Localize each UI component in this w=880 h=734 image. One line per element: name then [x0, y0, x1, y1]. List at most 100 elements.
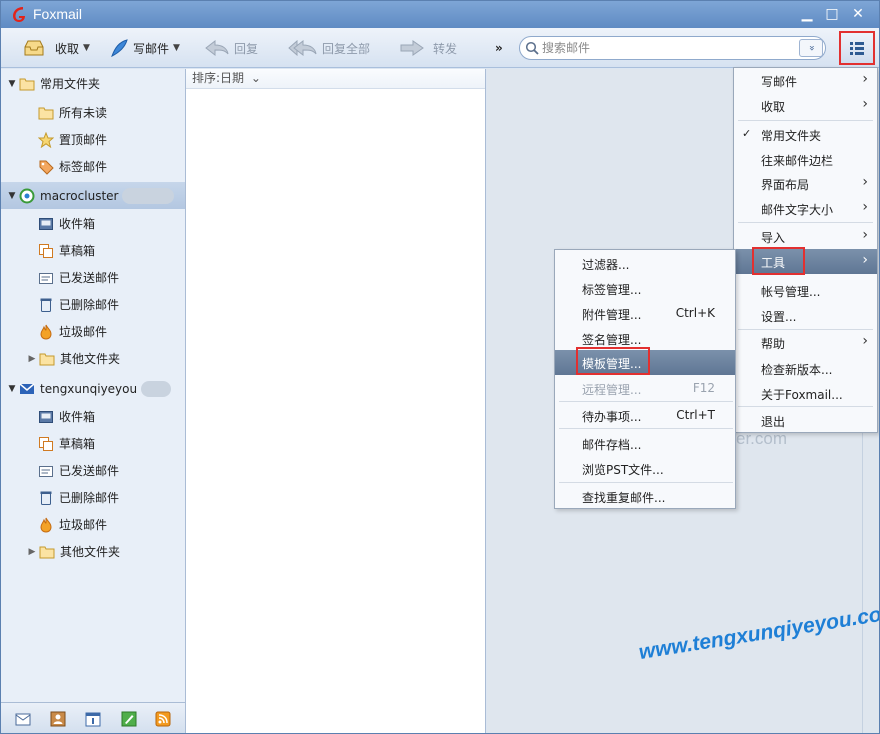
- menu-item-contacts-sidebar[interactable]: 往来邮件边栏: [734, 147, 877, 172]
- sort-header[interactable]: 排序:日期 ⌄: [186, 69, 485, 89]
- folder-group-common[interactable]: ▼ 常用文件夹: [1, 70, 185, 97]
- folder-item-unread[interactable]: 所有未读: [1, 99, 185, 126]
- account-name: macrocluster: [40, 188, 119, 203]
- folder-label: 标签邮件: [59, 160, 108, 174]
- menu-item-todo[interactable]: 待办事项... Ctrl+T: [555, 403, 735, 428]
- menu-item-settings[interactable]: 设置...: [734, 303, 877, 328]
- inbox-icon: [39, 410, 53, 423]
- fire-icon: [40, 517, 52, 533]
- menu-separator: [559, 482, 733, 483]
- folder-item-junk[interactable]: 垃圾邮件: [1, 318, 185, 345]
- search-input[interactable]: [542, 40, 792, 56]
- menu-separator: [738, 222, 873, 223]
- menu-item-about[interactable]: 关于Foxmail...: [734, 381, 877, 406]
- folder-item-drafts[interactable]: 草稿箱: [1, 237, 185, 264]
- folder-label: 其他文件夹: [60, 545, 121, 559]
- forward-button[interactable]: 转发: [399, 37, 457, 59]
- folder-item-inbox[interactable]: 收件箱: [1, 403, 185, 430]
- account-logo-icon: [19, 382, 35, 394]
- menu-item-attachment-manager[interactable]: 附件管理... Ctrl+K: [555, 301, 735, 326]
- maximize-button[interactable]: □: [821, 4, 843, 24]
- menu-item-exit[interactable]: 退出: [734, 408, 877, 433]
- folder-item-drafts[interactable]: 草稿箱: [1, 430, 185, 457]
- chevron-down-icon[interactable]: ▼: [83, 43, 90, 53]
- menu-item-font-size[interactable]: 邮件文字大小 ›: [734, 196, 877, 221]
- check-icon: ✓: [742, 127, 752, 140]
- menu-item-import[interactable]: 导入 ›: [734, 224, 877, 249]
- receive-button[interactable]: 收取 ▼: [23, 37, 90, 59]
- account-macrocluster[interactable]: ▼ macrocluster: [1, 182, 185, 209]
- compose-label: 写邮件: [133, 41, 170, 56]
- menu-item-browse-pst[interactable]: 浏览PST文件...: [555, 456, 735, 481]
- folder-pane: ▼ 常用文件夹 所有未读 置顶邮件 标签邮件 ▼ macrocluster 收件…: [1, 69, 186, 702]
- menu-item-tag-manager[interactable]: 标签管理...: [555, 276, 735, 301]
- folder-label: 其他文件夹: [60, 352, 121, 366]
- folder-item-deleted[interactable]: 已删除邮件: [1, 291, 185, 318]
- menu-item-mail-archive[interactable]: 邮件存档...: [555, 431, 735, 456]
- menu-item-template-manager[interactable]: 模板管理...: [555, 350, 735, 375]
- minimize-button[interactable]: ▁: [796, 4, 818, 24]
- menu-item-common-folders[interactable]: ✓ 常用文件夹: [734, 122, 877, 147]
- chevron-right-icon: ›: [862, 174, 868, 190]
- expanded-arrow-icon[interactable]: ▼: [7, 191, 17, 201]
- menu-item-remote-manager[interactable]: 远程管理... F12: [555, 376, 735, 401]
- calendar-module-icon[interactable]: [85, 711, 101, 727]
- expanded-arrow-icon[interactable]: ▼: [7, 79, 17, 89]
- shortcut-label: Ctrl+K: [675, 306, 715, 320]
- notes-module-icon[interactable]: [121, 711, 137, 727]
- menu-item-help[interactable]: 帮助 ›: [734, 330, 877, 355]
- more-tools-button[interactable]: »: [495, 37, 503, 59]
- folder-group-label: 常用文件夹: [40, 77, 101, 91]
- double-chevron-down-icon: »: [806, 44, 817, 52]
- folder-item-junk[interactable]: 垃圾邮件: [1, 511, 185, 538]
- toolbar: 收取 ▼ 写邮件 ▼ 回复 回复全部 转发 » 搜索邮件 »: [1, 28, 879, 68]
- close-button[interactable]: ✕: [847, 4, 869, 24]
- account-tengxunqiyeyou[interactable]: ▼ tengxunqiyeyou: [1, 375, 185, 402]
- folder-item-other[interactable]: ▶ 其他文件夹: [1, 538, 185, 565]
- folder-item-sent[interactable]: 已发送邮件: [1, 457, 185, 484]
- menu-item-check-update[interactable]: 检查新版本...: [734, 356, 877, 381]
- folder-item-other[interactable]: ▶ 其他文件夹: [1, 345, 185, 372]
- folder-item-tagged[interactable]: 标签邮件: [1, 153, 185, 180]
- menu-item-signature-manager[interactable]: 签名管理...: [555, 326, 735, 351]
- foxmail-window: Foxmail ▁ □ ✕ 收取 ▼ 写邮件 ▼ 回复 回复全部 转发 » 搜索…: [0, 0, 880, 734]
- folder-label: 置顶邮件: [59, 133, 108, 147]
- contacts-module-icon[interactable]: [50, 711, 66, 727]
- folder-item-sent[interactable]: 已发送邮件: [1, 264, 185, 291]
- folder-label: 草稿箱: [59, 244, 96, 258]
- rss-module-icon[interactable]: [155, 711, 171, 727]
- tools-submenu: 过滤器... 标签管理... 附件管理... Ctrl+K 签名管理... 模板…: [554, 249, 736, 509]
- compose-button[interactable]: 写邮件 ▼: [109, 37, 180, 59]
- menu-item-filters[interactable]: 过滤器...: [555, 251, 735, 276]
- account-logo-icon: [19, 188, 35, 203]
- sent-mail-icon: [39, 465, 53, 477]
- reply-button[interactable]: 回复: [204, 37, 258, 59]
- folder-item-inbox[interactable]: 收件箱: [1, 210, 185, 237]
- menu-item-accounts[interactable]: 帐号管理...: [734, 278, 877, 303]
- menu-item-tools[interactable]: 工具 ›: [734, 249, 877, 274]
- folder-item-deleted[interactable]: 已删除邮件: [1, 484, 185, 511]
- menu-item-receive[interactable]: 收取 ›: [734, 93, 877, 118]
- folder-icon: [19, 78, 35, 90]
- main-menu-button[interactable]: [839, 31, 875, 65]
- redacted-domain: [122, 187, 175, 204]
- reply-arrow-icon: [205, 40, 229, 56]
- inbox-tray-icon: [24, 40, 44, 56]
- shortcut-label: F12: [692, 381, 715, 395]
- chevron-down-icon[interactable]: ▼: [173, 43, 180, 53]
- forward-arrow-icon: [400, 40, 424, 56]
- search-options-button[interactable]: »: [799, 39, 823, 57]
- collapsed-arrow-icon[interactable]: ▶: [27, 547, 37, 557]
- reply-all-button[interactable]: 回复全部: [288, 37, 370, 59]
- folder-item-pinned[interactable]: 置顶邮件: [1, 126, 185, 153]
- mail-module-icon[interactable]: [15, 711, 31, 727]
- menu-item-layout[interactable]: 界面布局 ›: [734, 171, 877, 196]
- chevron-right-icon: ›: [862, 199, 868, 215]
- menu-item-find-duplicates[interactable]: 查找重复邮件...: [555, 484, 735, 509]
- folder-label: 草稿箱: [59, 437, 96, 451]
- mail-list-pane: 排序:日期 ⌄: [186, 69, 486, 733]
- collapsed-arrow-icon[interactable]: ▶: [27, 354, 37, 364]
- star-icon: [38, 131, 54, 148]
- expanded-arrow-icon[interactable]: ▼: [7, 384, 17, 394]
- menu-item-compose[interactable]: 写邮件 ›: [734, 68, 877, 93]
